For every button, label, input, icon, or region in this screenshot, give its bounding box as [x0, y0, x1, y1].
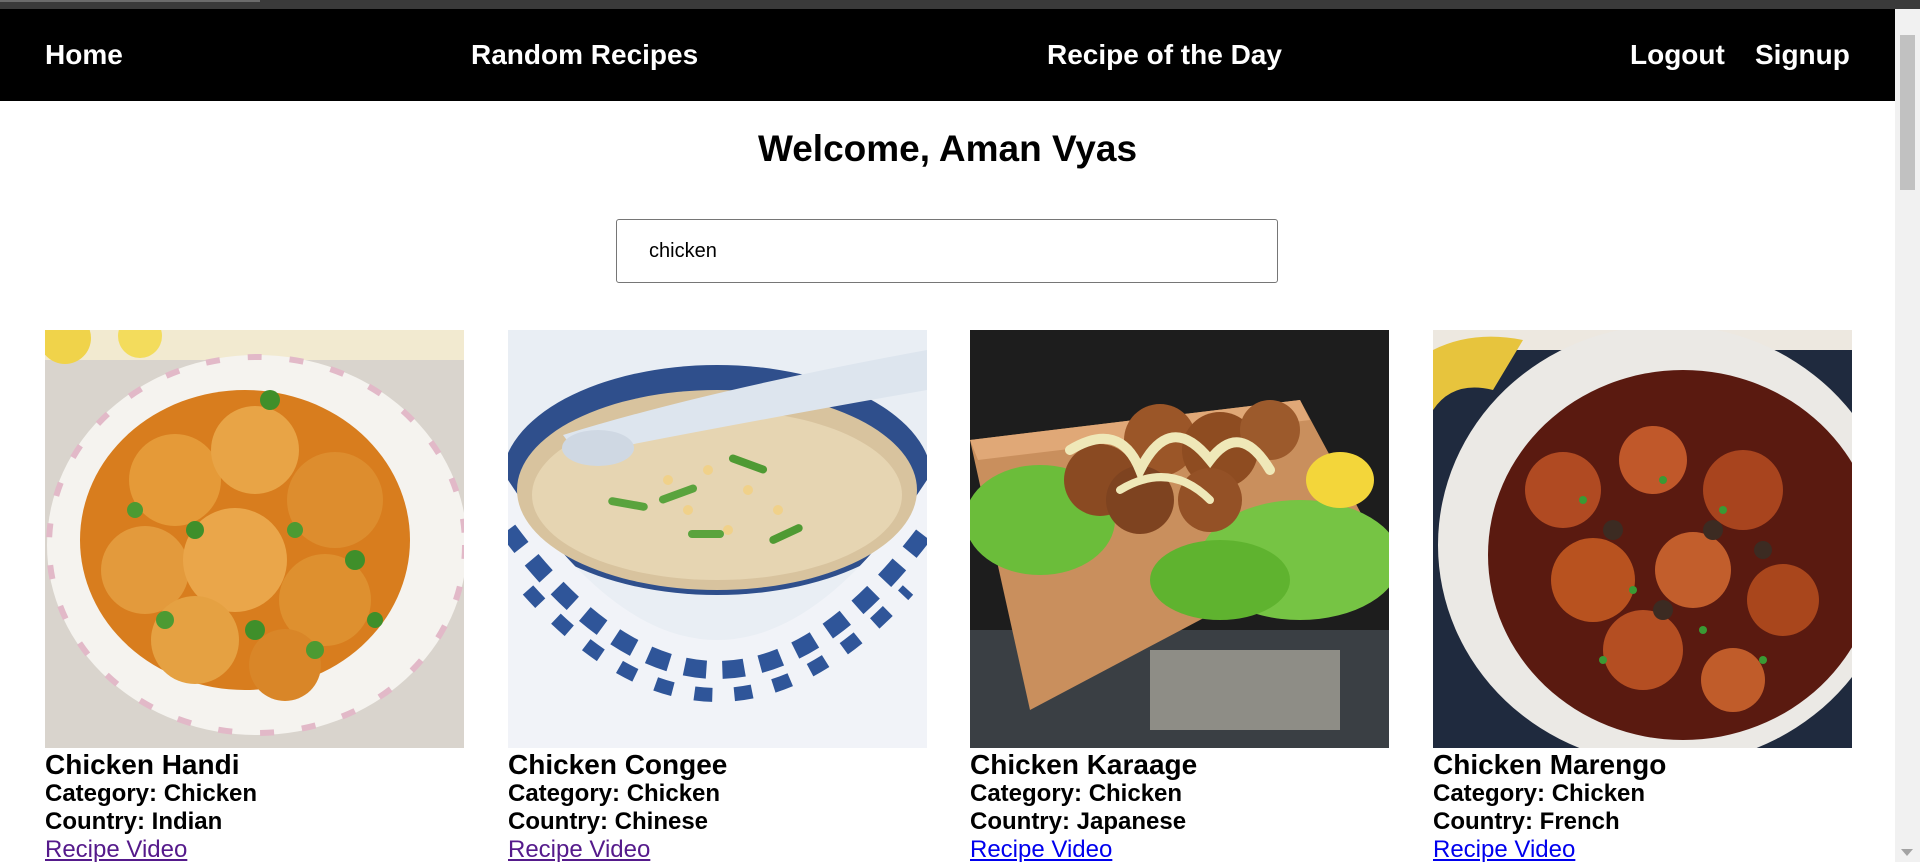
recipe-title: Chicken Congee: [508, 749, 728, 780]
recipe-card: Chicken Marengo Category: Chicken Countr…: [1433, 330, 1852, 862]
recipe-image-chicken-handi[interactable]: [45, 330, 464, 748]
recipe-card: Chicken Congee Category: Chicken Country…: [508, 330, 927, 862]
recipe-category: Category: Chicken: [970, 780, 1183, 807]
recipe-country: Country: Chinese: [508, 808, 709, 835]
recipe-title: Chicken Marengo: [1433, 749, 1667, 780]
recipe-title: Chicken Handi: [45, 749, 240, 780]
nav-logout-link[interactable]: Logout: [1630, 39, 1725, 71]
scrollbar-thumb[interactable]: [1900, 35, 1915, 190]
recipe-image-chicken-karaage[interactable]: [970, 330, 1389, 748]
recipe-title: Chicken Karaage: [970, 749, 1198, 780]
search-input[interactable]: [616, 219, 1278, 283]
nav-home-link[interactable]: Home: [45, 39, 123, 71]
nav-signup-link[interactable]: Signup: [1755, 39, 1850, 71]
recipe-country: Country: French: [1433, 808, 1620, 835]
recipe-video-link[interactable]: Recipe Video: [45, 836, 187, 862]
navbar: Home Random Recipes Recipe of the Day Lo…: [0, 9, 1895, 101]
recipe-card: Chicken Karaage Category: Chicken Countr…: [970, 330, 1389, 862]
recipe-category: Category: Chicken: [45, 780, 258, 807]
recipe-category: Category: Chicken: [1433, 780, 1646, 807]
recipe-category: Category: Chicken: [508, 780, 721, 807]
welcome-heading: Welcome, Aman Vyas: [757, 128, 1138, 169]
recipe-card: Chicken Handi Category: Chicken Country:…: [45, 330, 464, 862]
scroll-down-arrow-icon[interactable]: [1901, 849, 1913, 856]
recipe-video-link[interactable]: Recipe Video: [970, 836, 1112, 862]
tab-strip-highlight: [0, 0, 260, 2]
nav-recipe-of-the-day-link[interactable]: Recipe of the Day: [1047, 39, 1282, 71]
nav-random-recipes-link[interactable]: Random Recipes: [471, 39, 698, 71]
recipe-video-link[interactable]: Recipe Video: [508, 836, 650, 862]
recipe-image-chicken-congee[interactable]: [508, 330, 927, 748]
recipe-video-link[interactable]: Recipe Video: [1433, 836, 1575, 862]
page: Home Random Recipes Recipe of the Day Lo…: [0, 9, 1895, 862]
recipe-country: Country: Japanese: [970, 808, 1187, 835]
browser-top-edge: [0, 0, 1920, 9]
recipe-image-chicken-marengo[interactable]: [1433, 330, 1852, 748]
recipe-country: Country: Indian: [45, 808, 223, 835]
page-scrollbar[interactable]: [1895, 9, 1920, 862]
